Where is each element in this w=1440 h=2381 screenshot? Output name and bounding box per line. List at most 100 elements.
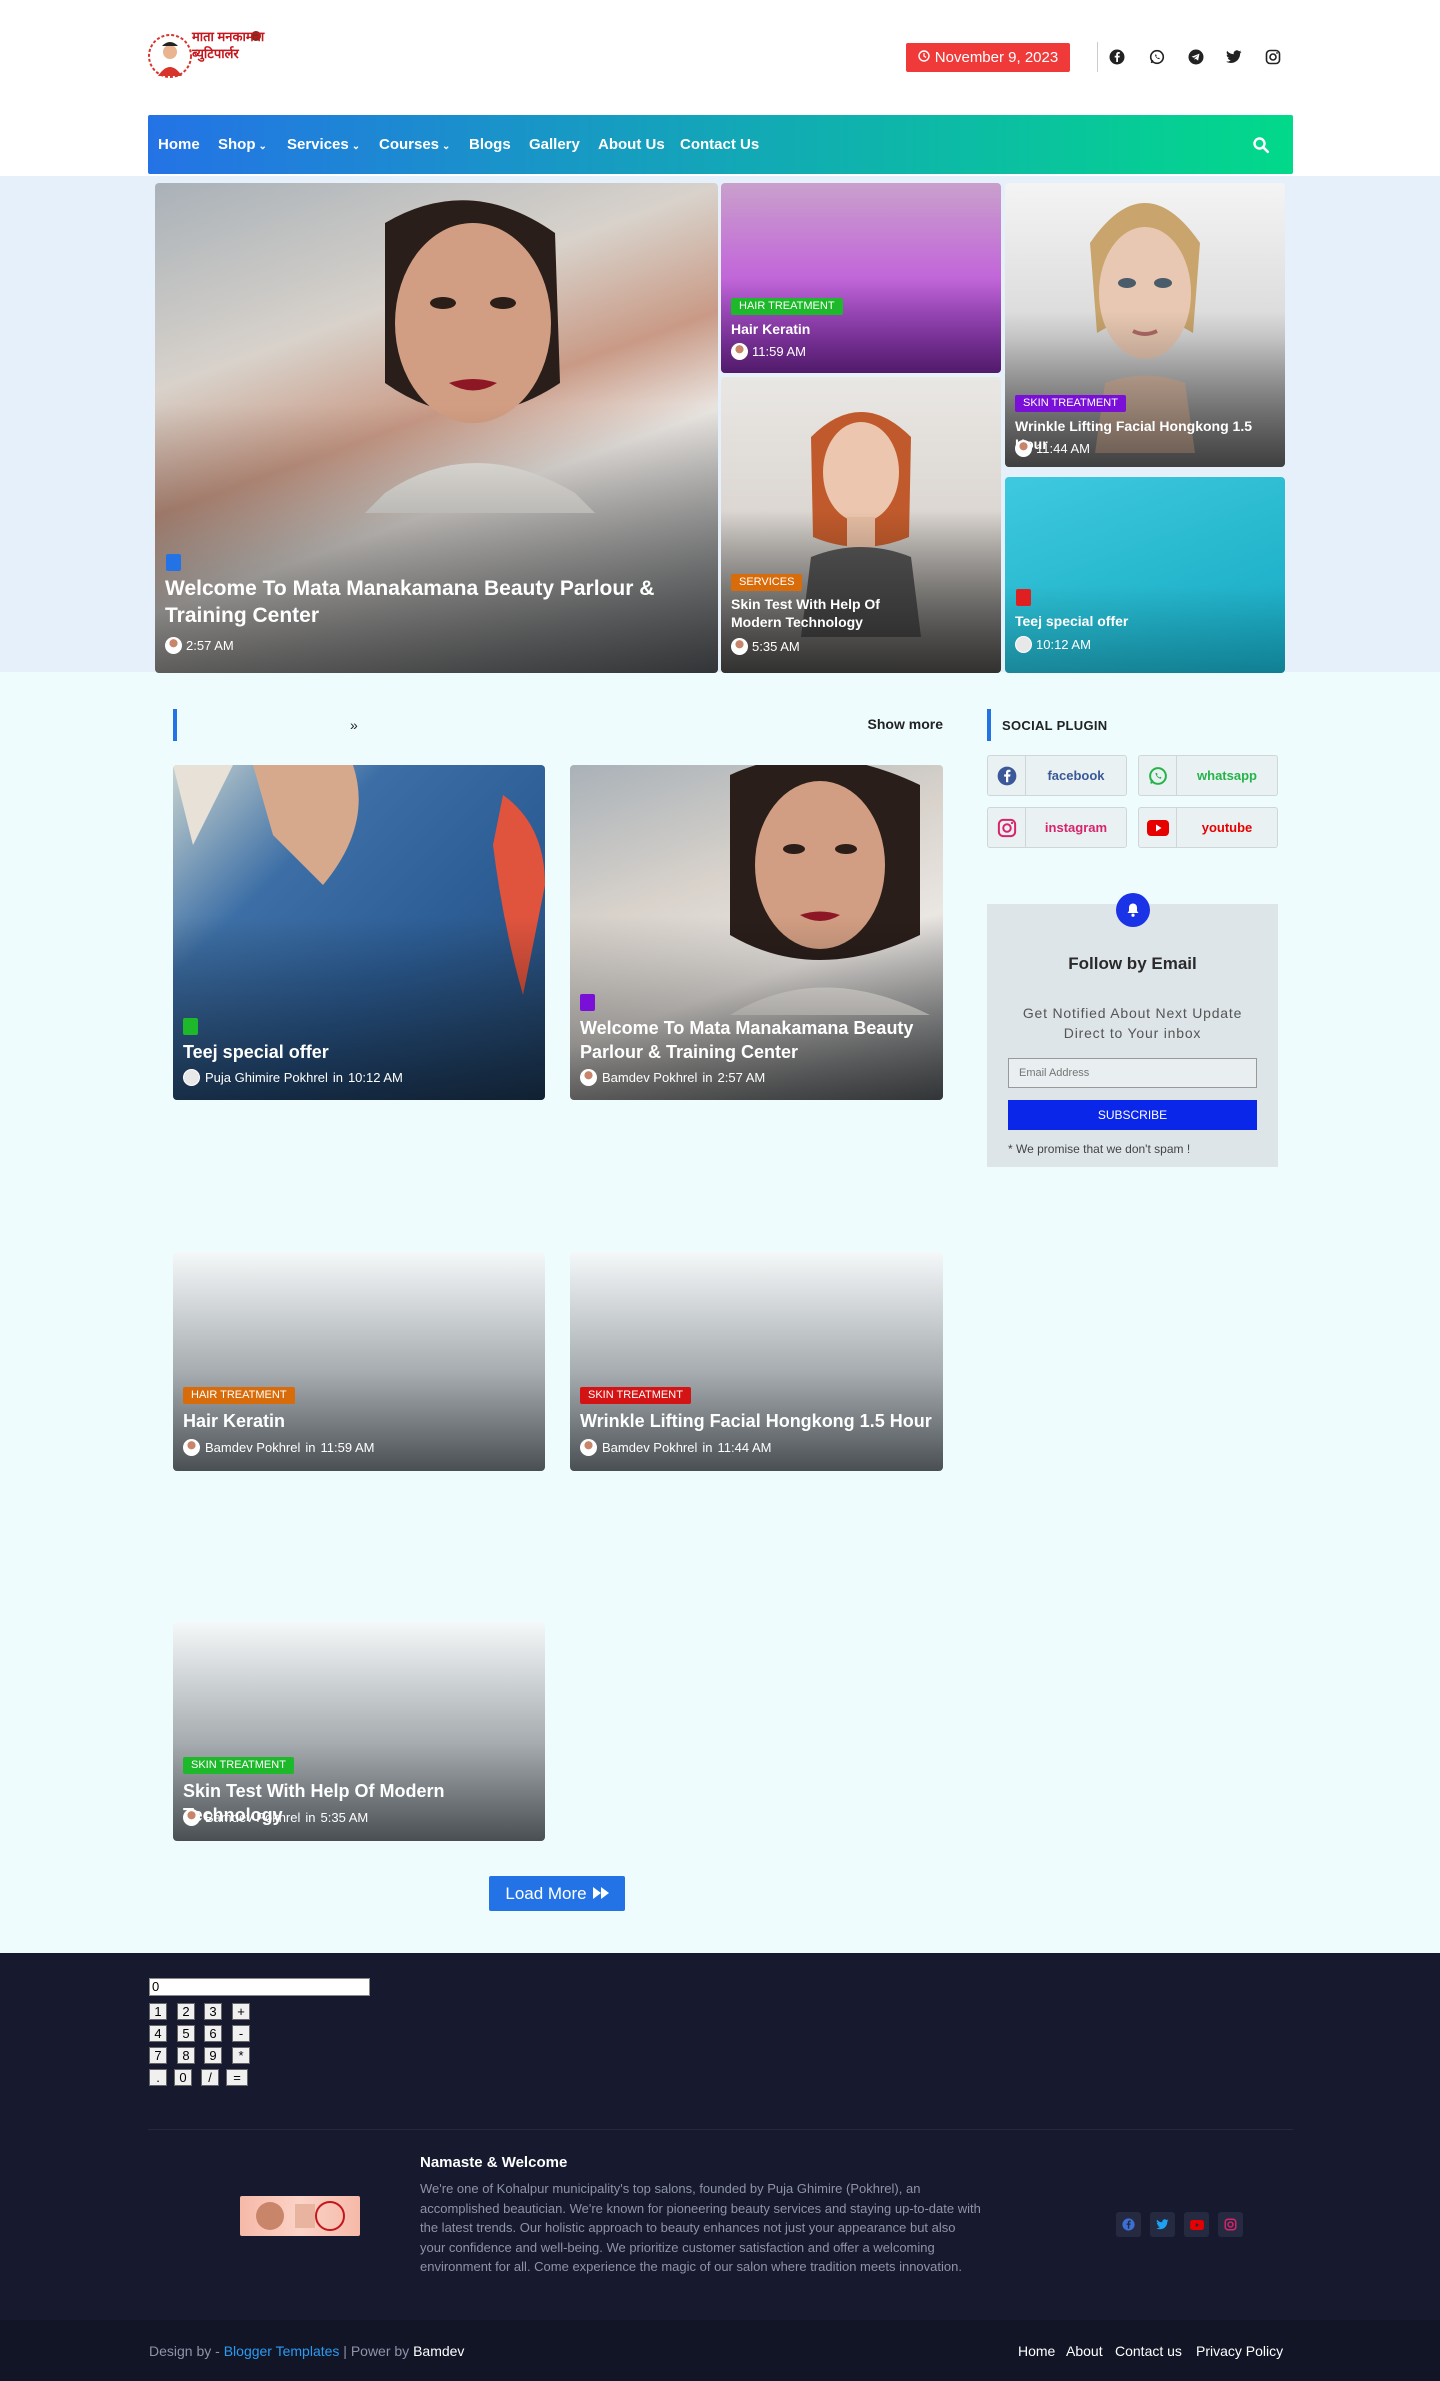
main-nav: Home Shop ⌄ Services ⌄ Courses ⌄ Blogs Gall… <box>148 115 1293 174</box>
post-meta: Bamdev Pokhrel in 5:35 AM <box>183 1809 368 1826</box>
twitter-icon[interactable] <box>1224 47 1244 67</box>
credit-link[interactable]: Blogger Templates <box>224 2343 340 2359</box>
post-meta: 5:35 AM <box>731 638 800 655</box>
youtube-icon[interactable] <box>1184 2212 1209 2237</box>
telegram-icon[interactable] <box>1186 47 1206 67</box>
footer-about-text: We're one of Kohalpur municipality's top… <box>420 2181 981 2274</box>
avatar <box>1015 636 1032 653</box>
avatar <box>183 1069 200 1086</box>
calc-key-equals[interactable]: = <box>226 2069 248 2086</box>
post-title[interactable]: Wrinkle Lifting Facial Hongkong 1.5 Hour <box>580 1409 932 1433</box>
facebook-icon[interactable] <box>1107 47 1127 67</box>
category-tag[interactable]: HAIR TREATMENT <box>731 298 843 315</box>
avatar <box>165 637 182 654</box>
post-card[interactable]: Teej special offer Puja Ghimire Pokhrel i… <box>173 765 545 1100</box>
category-tag[interactable]: SKIN TREATMENT <box>580 1387 691 1404</box>
avatar <box>731 343 748 360</box>
calc-key-divide[interactable]: / <box>201 2069 219 2086</box>
footer-bottom-bar: Design by - Blogger Templates | Power by… <box>0 2320 1440 2381</box>
email-field[interactable] <box>1008 1058 1257 1088</box>
owner-link[interactable]: Bamdev <box>413 2343 464 2359</box>
calc-key-1[interactable]: 1 <box>149 2003 167 2020</box>
instagram-icon[interactable] <box>1218 2212 1243 2237</box>
post-title[interactable]: Teej special offer <box>183 1040 329 1064</box>
calc-key-4[interactable]: 4 <box>149 2025 167 2042</box>
post-card[interactable]: HAIR TREATMENT Hair Keratin Bamdev Pokhr… <box>173 1252 545 1471</box>
load-more-button[interactable]: Load More <box>489 1876 625 1911</box>
calc-key-3[interactable]: 3 <box>204 2003 222 2020</box>
subscribe-button[interactable]: SUBSCRIBE <box>1008 1100 1257 1130</box>
whatsapp-button[interactable]: whatsapp <box>1138 755 1278 796</box>
avatar <box>731 638 748 655</box>
whatsapp-icon[interactable] <box>1147 47 1167 67</box>
footer-title: Namaste & Welcome <box>420 2154 568 2171</box>
category-tag[interactable]: HAIR TREATMENT <box>183 1387 295 1404</box>
hero-post-teej-offer[interactable]: Teej special offer 10:12 AM <box>1005 477 1285 673</box>
category-tag[interactable] <box>166 554 181 571</box>
calc-key-multiply[interactable]: * <box>232 2047 250 2064</box>
post-meta: 11:59 AM <box>731 343 806 360</box>
post-title[interactable]: Hair Keratin <box>183 1409 285 1433</box>
youtube-button[interactable]: youtube <box>1138 807 1278 848</box>
site-footer: 0 1 2 3 + 4 5 6 - 7 8 9 * . 0 / = Namast… <box>0 1953 1440 2381</box>
calc-key-8[interactable]: 8 <box>177 2047 195 2064</box>
site-logo[interactable]: माता मनकामना ब्युटिपार्लर <box>148 26 266 84</box>
hero-post-wrinkle-facial[interactable]: SKIN TREATMENT Wrinkle Lifting Facial Ho… <box>1005 183 1285 467</box>
nav-shop[interactable]: Shop ⌄ <box>218 115 267 174</box>
hero-main-post[interactable]: Welcome To Mata Manakamana Beauty Parlou… <box>155 183 718 673</box>
show-more-link[interactable]: Show more <box>868 716 943 732</box>
follow-by-email-widget: Follow by Email Get Notified About Next … <box>987 893 1278 1167</box>
instagram-icon[interactable] <box>1263 47 1283 67</box>
calculator-display[interactable]: 0 <box>149 1978 370 1996</box>
calc-key-5[interactable]: 5 <box>177 2025 195 2042</box>
footer-logo[interactable] <box>240 2196 360 2236</box>
calc-key-minus[interactable]: - <box>232 2025 250 2042</box>
calc-key-dot[interactable]: . <box>149 2069 167 2086</box>
category-tag[interactable]: SKIN TREATMENT <box>183 1757 294 1774</box>
twitter-icon[interactable] <box>1150 2212 1175 2237</box>
section-header: » Show more <box>173 709 943 741</box>
calc-key-9[interactable]: 9 <box>204 2047 222 2064</box>
post-title[interactable]: Welcome To Mata Manakamana Beauty Parlou… <box>580 1016 920 1065</box>
footer-link-home[interactable]: Home <box>1018 2343 1055 2359</box>
nav-services[interactable]: Services ⌄ <box>287 115 360 174</box>
current-date: November 9, 2023 <box>934 49 1059 66</box>
category-tag[interactable]: SKIN TREATMENT <box>1015 395 1126 412</box>
post-card[interactable]: SKIN TREATMENT Wrinkle Lifting Facial Ho… <box>570 1252 943 1471</box>
post-meta: Bamdev Pokhrel in 11:44 AM <box>580 1439 771 1456</box>
calc-key-6[interactable]: 6 <box>204 2025 222 2042</box>
category-tag[interactable] <box>580 994 595 1011</box>
nav-contact[interactable]: Contact Us <box>680 115 759 174</box>
calc-key-7[interactable]: 7 <box>149 2047 167 2064</box>
facebook-button[interactable]: facebook <box>987 755 1127 796</box>
nav-courses[interactable]: Courses ⌄ <box>379 115 450 174</box>
instagram-button[interactable]: instagram <box>987 807 1127 848</box>
nav-home[interactable]: Home <box>158 115 200 174</box>
footer-link-about[interactable]: About <box>1066 2343 1103 2359</box>
category-tag[interactable] <box>1016 589 1031 606</box>
post-meta: Puja Ghimire Pokhrel in 10:12 AM <box>183 1069 403 1086</box>
category-tag[interactable]: SERVICES <box>731 574 803 591</box>
category-tag[interactable] <box>183 1018 198 1035</box>
post-title[interactable]: Teej special offer <box>1015 612 1128 630</box>
logo-text: माता मनकामना ब्युटिपार्लर <box>192 29 265 61</box>
hero-post-hair-keratin[interactable]: HAIR TREATMENT Hair Keratin 11:59 AM <box>721 183 1001 373</box>
nav-about[interactable]: About Us <box>598 115 665 174</box>
nav-blogs[interactable]: Blogs <box>469 115 511 174</box>
search-icon[interactable] <box>1251 135 1271 155</box>
facebook-icon[interactable] <box>1116 2212 1141 2237</box>
footer-link-privacy[interactable]: Privacy Policy <box>1196 2343 1283 2359</box>
post-title[interactable]: Hair Keratin <box>731 320 810 338</box>
nav-gallery[interactable]: Gallery <box>529 115 580 174</box>
hero-post-skin-test[interactable]: SERVICES Skin Test With Help Of Modern T… <box>721 377 1001 673</box>
calc-key-plus[interactable]: + <box>232 2003 250 2020</box>
site-header: माता मनकामना ब्युटिपार्लर November 9, 20… <box>0 0 1440 176</box>
calc-key-2[interactable]: 2 <box>177 2003 195 2020</box>
post-card[interactable]: Welcome To Mata Manakamana Beauty Parlou… <box>570 765 943 1100</box>
post-title[interactable]: Welcome To Mata Manakamana Beauty Parlou… <box>165 575 685 630</box>
avatar <box>183 1439 200 1456</box>
calc-key-0[interactable]: 0 <box>174 2069 192 2086</box>
footer-link-contact[interactable]: Contact us <box>1115 2343 1182 2359</box>
post-title[interactable]: Skin Test With Help Of Modern Technology <box>731 595 931 631</box>
post-card[interactable]: SKIN TREATMENT Skin Test With Help Of Mo… <box>173 1622 545 1841</box>
